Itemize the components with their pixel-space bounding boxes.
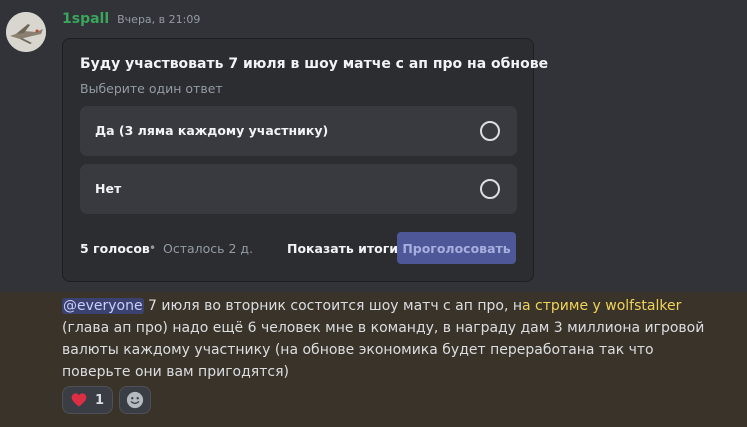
avatar-image	[6, 12, 46, 52]
everyone-mention[interactable]: @everyone	[62, 298, 144, 314]
reaction-count: 1	[94, 392, 104, 408]
poll-hint: Выберите один ответ	[80, 81, 223, 96]
radio-button[interactable]	[480, 121, 500, 141]
reactions-bar: 1	[62, 386, 151, 414]
poll-option-yes[interactable]: Да (3 ляма каждому участнику)	[80, 106, 517, 156]
smiley-add-reaction-icon	[126, 391, 144, 409]
message-text-part: 7 июля во вторник состоится шоу матч с а…	[143, 298, 523, 314]
show-results-button[interactable]: Показать итоги	[287, 241, 398, 256]
poll-option-label: Да (3 ляма каждому участнику)	[95, 123, 329, 138]
message-header: 1spall Вчера, в 21:09	[62, 11, 200, 27]
add-reaction-button[interactable]	[119, 386, 151, 414]
vote-button[interactable]: Проголосовать	[397, 232, 516, 264]
poll-option-no[interactable]: Нет	[80, 164, 517, 214]
poll-card: Буду участвовать 7 июля в шоу матче с ап…	[62, 38, 548, 282]
poll-question: Буду участвовать 7 июля в шоу матче с ап…	[80, 56, 549, 72]
time-remaining: Осталось 2 д.	[163, 241, 254, 256]
username[interactable]: 1spall	[62, 11, 109, 27]
radio-button[interactable]	[480, 179, 500, 199]
avatar[interactable]	[6, 12, 46, 52]
heart-reaction[interactable]: 1	[62, 386, 113, 414]
message-text-part: (глава ап про) надо ещё 6 человек мне в …	[62, 320, 705, 380]
message-text: @everyone 7 июля во вторник состоится шо…	[62, 295, 717, 383]
timestamp: Вчера, в 21:09	[117, 13, 201, 26]
poll-footer: 5 голосов • Осталось 2 д. Показать итоги…	[80, 232, 516, 264]
poll-option-label: Нет	[95, 181, 122, 196]
vote-count: 5 голосов	[80, 241, 150, 256]
red-heart-icon	[71, 393, 87, 407]
separator-dot: •	[149, 241, 157, 255]
stream-link-text: а стриме у wolfstalker	[522, 298, 682, 314]
